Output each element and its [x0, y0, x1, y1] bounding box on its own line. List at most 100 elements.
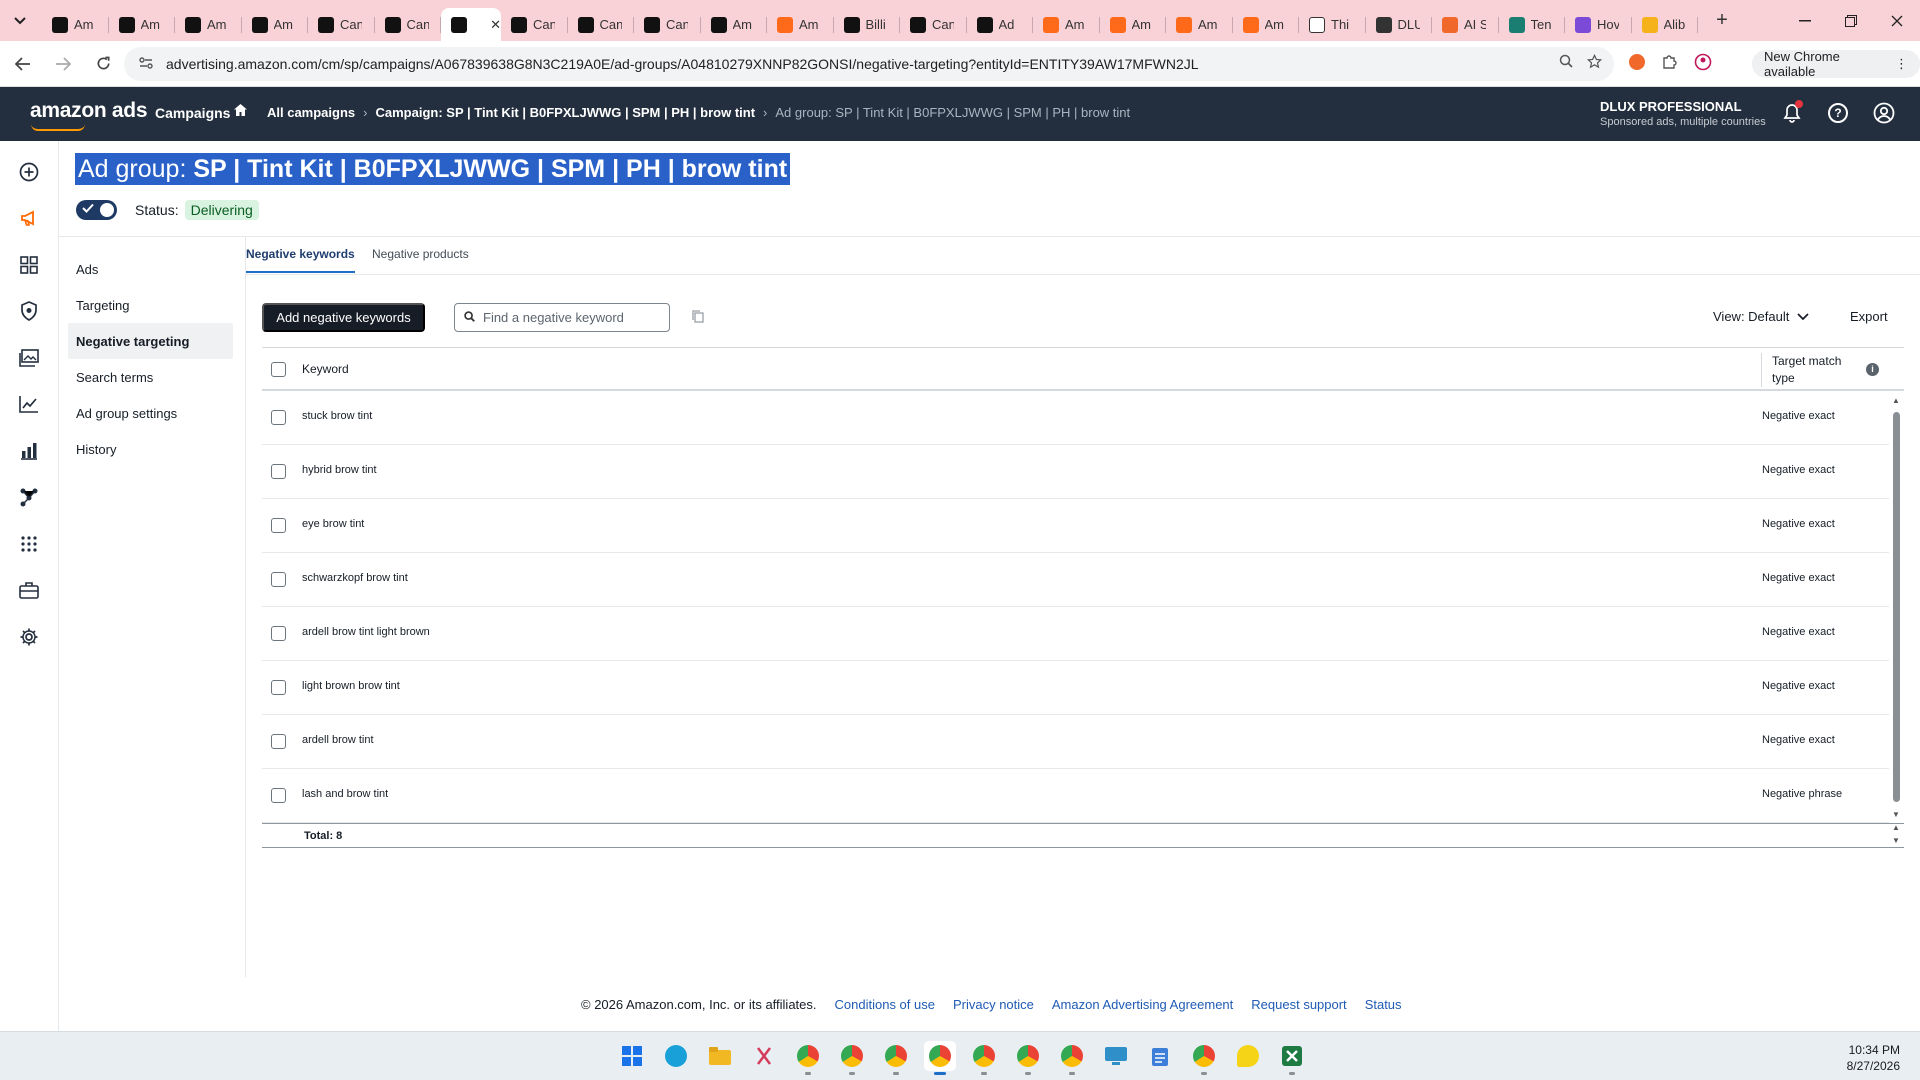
browser-tab[interactable]: ✕ — [441, 8, 501, 41]
ad-group-enable-toggle[interactable] — [76, 200, 117, 220]
help-icon[interactable]: ? — [1826, 101, 1850, 125]
chrome-profile-icon[interactable] — [836, 1041, 868, 1075]
row-checkbox[interactable] — [271, 680, 286, 695]
zoom-icon[interactable] — [1559, 54, 1573, 73]
browser-tab[interactable]: Billi — [834, 8, 901, 41]
chat-app-icon[interactable] — [1232, 1041, 1264, 1071]
chrome-active-icon[interactable] — [924, 1041, 956, 1075]
browser-tab[interactable]: AI S — [1432, 8, 1499, 41]
new-chrome-available-button[interactable]: New Chrome available ⋮ — [1752, 49, 1920, 79]
reload-icon[interactable] — [86, 47, 120, 81]
scrollbar-thumb[interactable] — [1893, 412, 1900, 802]
row-checkbox[interactable] — [271, 734, 286, 749]
creative-assets-image-icon[interactable] — [17, 346, 41, 370]
breadcrumb-campaign[interactable]: Campaign: SP | Tint Kit | B0FPXLJWWG | S… — [375, 105, 755, 120]
scroll-up-arrow-icon[interactable]: ▲ — [1892, 396, 1900, 405]
select-all-checkbox[interactable] — [271, 362, 286, 377]
tab-negative-products[interactable]: Negative products — [372, 247, 469, 271]
address-bar[interactable]: advertising.amazon.com/cm/sp/campaigns/A… — [124, 47, 1614, 81]
negative-keyword-search[interactable] — [454, 303, 670, 332]
browser-tab[interactable]: Am — [1233, 8, 1300, 41]
browser-tab[interactable]: Can — [308, 8, 375, 41]
chrome-profile-icon[interactable] — [1012, 1041, 1044, 1075]
view-dropdown[interactable]: View: Default — [1713, 309, 1809, 324]
footer-link-agreement[interactable]: Amazon Advertising Agreement — [1052, 997, 1233, 1012]
browser-tab[interactable]: Ad — [967, 8, 1034, 41]
nav-campaigns-link[interactable]: Campaigns — [155, 105, 230, 121]
home-icon[interactable] — [233, 103, 248, 121]
subnav-item-search-terms[interactable]: Search terms — [68, 359, 233, 395]
settings-gear-icon[interactable] — [17, 625, 41, 649]
subnav-item-negative-targeting[interactable]: Negative targeting — [68, 323, 233, 359]
info-icon[interactable]: i — [1866, 363, 1879, 376]
add-negative-keywords-button[interactable]: Add negative keywords — [262, 303, 425, 332]
subnav-item-targeting[interactable]: Targeting — [68, 287, 233, 323]
copy-icon[interactable] — [692, 310, 704, 326]
chrome-profile-icon[interactable] — [1056, 1041, 1088, 1075]
row-checkbox[interactable] — [271, 788, 286, 803]
breadcrumb-all-campaigns[interactable]: All campaigns — [267, 105, 355, 120]
export-button[interactable]: Export — [1850, 309, 1888, 324]
table-scrollbar[interactable]: ▲ ▼ ▲ ▼ — [1891, 396, 1902, 845]
browser-tab[interactable]: Am — [1100, 8, 1167, 41]
browser-tab[interactable]: Ten — [1499, 8, 1566, 41]
browser-tab[interactable]: Can — [900, 8, 967, 41]
footer-link-status[interactable]: Status — [1365, 997, 1402, 1012]
remote-desktop-icon[interactable] — [1100, 1041, 1132, 1071]
browser-tab[interactable]: Am — [42, 8, 109, 41]
browser-tab[interactable]: DLU — [1366, 8, 1433, 41]
url-text[interactable]: advertising.amazon.com/cm/sp/campaigns/A… — [166, 56, 1199, 72]
footer-link-conditions[interactable]: Conditions of use — [835, 997, 935, 1012]
back-arrow-icon[interactable] — [6, 47, 40, 81]
row-checkbox[interactable] — [271, 410, 286, 425]
user-account-icon[interactable] — [1872, 101, 1896, 125]
browser-tab[interactable]: Am — [701, 8, 768, 41]
browser-tab[interactable]: Can — [634, 8, 701, 41]
tab-search-chevron-icon[interactable] — [6, 7, 34, 35]
chrome-profile-icon[interactable] — [968, 1041, 1000, 1075]
subnav-item-ads[interactable]: Ads — [68, 251, 233, 287]
dashboard-grid-icon[interactable] — [17, 253, 41, 277]
row-checkbox[interactable] — [271, 464, 286, 479]
account-switcher[interactable]: DLUX PROFESSIONAL Sponsored ads, multipl… — [1600, 99, 1766, 128]
subnav-item-ad-group-settings[interactable]: Ad group settings — [68, 395, 233, 431]
measurement-line-chart-icon[interactable] — [17, 392, 41, 416]
row-checkbox[interactable] — [271, 572, 286, 587]
browser-tab[interactable]: Am — [1033, 8, 1100, 41]
scroll-down-arrow-icon[interactable]: ▼ — [1892, 836, 1900, 845]
file-explorer-icon[interactable] — [704, 1041, 736, 1071]
windows-start-icon[interactable] — [616, 1041, 648, 1071]
minimize-icon[interactable] — [1782, 0, 1828, 41]
browser-tab[interactable]: Hov — [1565, 8, 1632, 41]
browser-tab[interactable]: Am — [109, 8, 176, 41]
bookmark-star-icon[interactable] — [1586, 53, 1603, 73]
profile-icon[interactable] — [1694, 53, 1712, 75]
browser-tab[interactable]: Am — [242, 8, 309, 41]
excel-icon[interactable] — [1276, 1041, 1308, 1075]
tools-briefcase-icon[interactable] — [17, 578, 41, 602]
new-tab-plus-icon[interactable]: + — [1708, 9, 1736, 32]
browser-tab[interactable]: Thi — [1299, 8, 1366, 41]
campaigns-megaphone-icon[interactable] — [17, 206, 41, 230]
snipping-tool-icon[interactable] — [748, 1041, 780, 1071]
scroll-up-arrow-icon[interactable]: ▲ — [1892, 823, 1900, 832]
close-window-icon[interactable] — [1874, 0, 1920, 41]
apps-dots-icon[interactable] — [17, 532, 41, 556]
browser-tab[interactable]: Alib — [1632, 8, 1699, 41]
footer-link-request-support[interactable]: Request support — [1251, 997, 1346, 1012]
scroll-down-arrow-icon[interactable]: ▼ — [1892, 810, 1900, 819]
row-checkbox[interactable] — [271, 626, 286, 641]
notepad-icon[interactable] — [1144, 1041, 1176, 1071]
notifications-bell-icon[interactable] — [1780, 100, 1804, 125]
chrome-profile-icon[interactable] — [880, 1041, 912, 1075]
footer-link-privacy[interactable]: Privacy notice — [953, 997, 1034, 1012]
chrome-profile-icon[interactable] — [792, 1041, 824, 1075]
browser-tab[interactable]: Can — [501, 8, 568, 41]
browser-tab[interactable]: Am — [1166, 8, 1233, 41]
browser-tab[interactable]: Can — [375, 8, 442, 41]
forward-arrow-icon[interactable] — [46, 47, 80, 81]
column-header-keyword[interactable]: Keyword — [302, 362, 349, 376]
extensions-puzzle-icon[interactable] — [1662, 53, 1678, 75]
tab-negative-keywords[interactable]: Negative keywords — [246, 247, 355, 273]
system-clock[interactable]: 10:34 PM 8/27/2026 — [1847, 1042, 1900, 1074]
